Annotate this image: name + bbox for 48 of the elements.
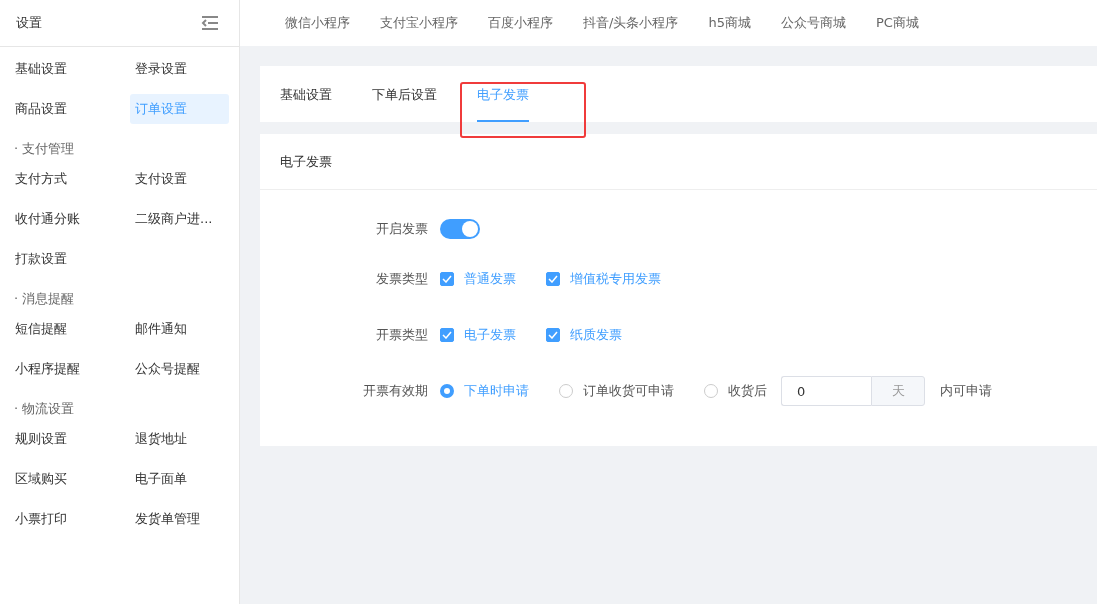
radio-button[interactable] — [440, 384, 454, 398]
sidebar-item[interactable]: 基础设置 — [10, 54, 130, 84]
sidebar-item[interactable]: 收付通分账 — [10, 204, 130, 234]
tab[interactable]: 基础设置 — [280, 66, 332, 122]
section-heading: · 消息提醒 — [13, 290, 76, 308]
platform-tab[interactable]: 抖音/头条小程序 — [583, 14, 679, 32]
sidebar-title: 设置 — [16, 14, 42, 32]
section-heading: · 物流设置 — [13, 400, 76, 418]
field-label: 开启发票 — [375, 220, 429, 238]
platform-tab[interactable]: 微信小程序 — [285, 14, 350, 32]
panel-title: 电子发票 — [260, 134, 1097, 190]
sidebar-item[interactable]: 支付设置 — [130, 164, 229, 194]
platform-tab[interactable]: 支付宝小程序 — [380, 14, 458, 32]
sidebar-item[interactable]: 邮件通知 — [130, 314, 229, 344]
sidebar-item[interactable]: 商品设置 — [10, 94, 130, 124]
sidebar-item[interactable]: 退货地址 — [130, 424, 229, 454]
sidebar-item[interactable]: 二级商户进... — [130, 204, 229, 234]
sidebar-item[interactable]: 小程序提醒 — [10, 354, 130, 384]
tab[interactable]: 下单后设置 — [372, 66, 437, 122]
platform-tab[interactable]: 公众号商城 — [780, 14, 846, 32]
checkbox[interactable] — [440, 328, 454, 342]
sidebar-item[interactable]: 规则设置 — [10, 424, 130, 454]
platform-tab[interactable]: PC商城 — [875, 14, 919, 32]
sidebar-item[interactable]: 发货单管理 — [130, 504, 229, 534]
field-label: 开票有效期 — [362, 382, 429, 400]
checkbox[interactable] — [440, 272, 454, 286]
sidebar-item[interactable]: 登录设置 — [130, 54, 229, 84]
sidebar-item[interactable]: 区域购买 — [10, 464, 130, 494]
platform-tab[interactable]: h5商城 — [708, 14, 751, 32]
radio-label[interactable]: 订单收货可申请 — [583, 382, 674, 400]
sidebar-item[interactable]: 打款设置 — [10, 244, 130, 274]
checkbox[interactable] — [546, 328, 560, 342]
sidebar-item[interactable]: 支付方式 — [10, 164, 130, 194]
section-heading: · 支付管理 — [13, 140, 76, 158]
checkbox[interactable] — [546, 272, 560, 286]
suffix-text: 内可申请 — [940, 382, 992, 400]
radio-label[interactable]: 收货后 — [728, 382, 767, 400]
menu-collapse-icon[interactable] — [201, 15, 219, 31]
sidebar-item[interactable]: 小票打印 — [10, 504, 130, 534]
toggle-switch[interactable] — [440, 219, 480, 239]
platform-tab[interactable]: 百度小程序 — [488, 14, 553, 32]
sidebar-item[interactable]: 公众号提醒 — [130, 354, 229, 384]
days-input[interactable]: 0 — [781, 376, 871, 406]
field-label: 开票类型 — [375, 326, 429, 344]
unit-label: 天 — [871, 376, 925, 406]
sidebar-item[interactable]: 短信提醒 — [10, 314, 130, 344]
field-label: 发票类型 — [375, 270, 429, 288]
sidebar-item[interactable]: 电子面单 — [130, 464, 229, 494]
